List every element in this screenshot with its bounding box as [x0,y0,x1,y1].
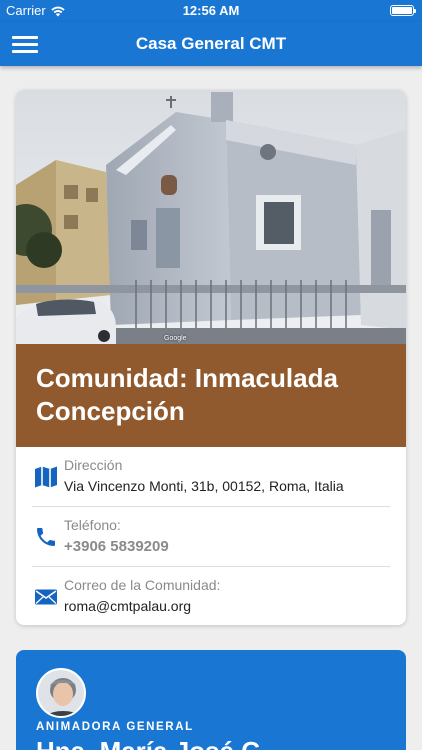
address-value: Via Vincenzo Monti, 31b, 00152, Roma, It… [64,478,344,494]
app-title: Casa General CMT [135,34,287,53]
email-label: Correo de la Comunidad: [64,577,221,593]
photo-credit: Google [164,335,187,342]
community-photo: Google [16,90,406,344]
leader-name: Hna. María José C... [36,736,282,750]
status-bar: Carrier 12:56 AM [0,0,422,22]
phone-value[interactable]: +3906 5839209 [64,538,169,555]
battery-icon [390,5,416,16]
community-title: Comunidad: Inmaculada Concepción [36,363,338,426]
email-row[interactable]: Correo de la Comunidad: roma@cmtpalau.or… [32,567,390,625]
phone-label: Teléfono: [64,517,121,533]
map-icon [35,466,57,488]
phone-row[interactable]: Teléfono: +3906 5839209 [32,507,390,567]
community-title-band: Comunidad: Inmaculada Concepción [16,344,406,447]
clock: 12:56 AM [182,3,240,18]
avatar [36,668,86,718]
community-card: Google Comunidad: Inmaculada Concepción … [16,90,406,625]
address-row[interactable]: Dirección Via Vincenzo Monti, 31b, 00152… [32,447,390,507]
address-label: Dirección [64,457,123,473]
app-bar: Casa General CMT [0,22,422,66]
phone-icon [37,528,55,546]
mail-icon [35,589,57,605]
leader-role: ANIMADORA GENERAL [36,721,194,733]
leader-card[interactable]: ANIMADORA GENERAL Hna. María José C... [16,650,406,750]
email-value[interactable]: roma@cmtpalau.org [64,598,191,614]
